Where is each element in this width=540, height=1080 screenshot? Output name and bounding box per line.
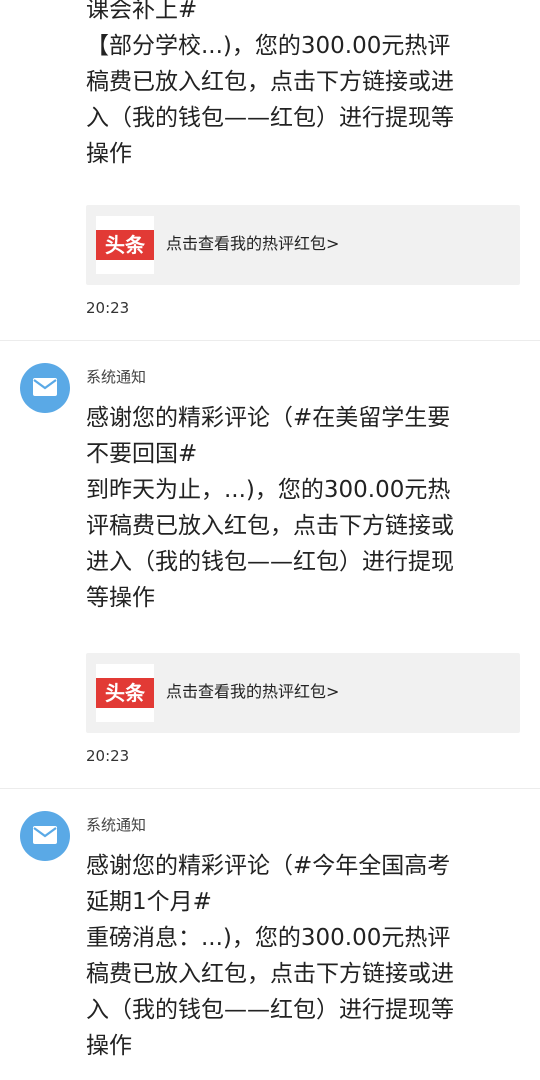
system-avatar	[20, 363, 70, 413]
toutiao-logo: 头条	[96, 216, 154, 274]
red-packet-link-card[interactable]: 头条 点击查看我的热评红包>	[86, 205, 520, 285]
toutiao-logo: 头条	[96, 664, 154, 722]
system-avatar	[20, 811, 70, 861]
message-body: 课会补上# 【部分学校...)，您的300.00元热评 稿费已放入红包，点击下方…	[86, 0, 454, 167]
envelope-icon	[33, 378, 57, 396]
message-item: 系统通知 感谢您的精彩评论（#在美留学生要 不要回国# 到昨天为止，...)，您…	[0, 341, 540, 788]
envelope-icon	[33, 826, 57, 844]
card-link-text[interactable]: 点击查看我的热评红包>	[166, 680, 339, 704]
message-time: 20:23	[86, 747, 130, 765]
card-link-text[interactable]: 点击查看我的热评红包>	[166, 232, 339, 256]
message-body: 感谢您的精彩评论（#今年全国高考 延期1个月# 重磅消息：...)，您的300.…	[86, 853, 454, 1059]
message-time: 20:23	[86, 299, 130, 317]
message-item: 系统通知 感谢您的精彩评论（#今年全国高考 延期1个月# 重磅消息：...)，您…	[0, 789, 540, 1080]
sender-name: 系统通知	[86, 816, 147, 834]
red-packet-link-card[interactable]: 头条 点击查看我的热评红包>	[86, 653, 520, 733]
sender-name: 系统通知	[86, 368, 147, 386]
message-body: 感谢您的精彩评论（#在美留学生要 不要回国# 到昨天为止，...)，您的300.…	[86, 405, 454, 611]
message-item: 课会补上# 【部分学校...)，您的300.00元热评 稿费已放入红包，点击下方…	[0, 0, 540, 340]
